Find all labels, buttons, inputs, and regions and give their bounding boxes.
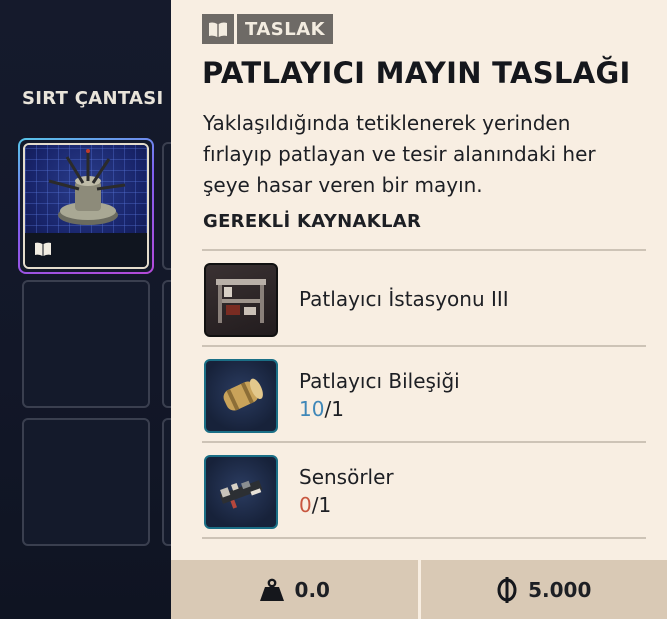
blueprint-badge: TASLAK <box>202 14 334 44</box>
inventory-slot-empty[interactable] <box>22 280 150 408</box>
explosive-mine-image <box>25 145 147 237</box>
weight-icon <box>259 578 284 601</box>
backpack-panel: SIRT ÇANTASI <box>0 0 182 619</box>
backpack-title: SIRT ÇANTASI <box>22 88 164 109</box>
coin-icon <box>497 576 517 603</box>
resource-quantity: 0/1 <box>299 493 331 517</box>
tooltip-footer: 0.0 5.000 <box>171 560 667 619</box>
item-footer <box>25 233 147 267</box>
inventory-slot-selected[interactable] <box>18 138 154 274</box>
item-tooltip-panel: TASLAK PATLAYICI MAYIN TASLAĞI Yaklaşıld… <box>171 0 667 619</box>
resource-row: Sensörler 0/1 <box>202 443 646 537</box>
blueprint-book-icon <box>35 242 51 256</box>
inventory-slot-empty[interactable] <box>22 418 150 546</box>
price-display: 5.000 <box>417 560 667 619</box>
resource-quantity: 10/1 <box>299 397 344 421</box>
weight-value: 0.0 <box>294 577 330 602</box>
weight-display: 0.0 <box>171 560 418 619</box>
resource-name: Patlayıcı İstasyonu III <box>299 287 509 311</box>
badge-label: TASLAK <box>237 14 334 44</box>
resource-quantity-need: 1 <box>331 397 344 421</box>
sensors-icon <box>204 455 278 529</box>
explosive-compound-icon <box>204 359 278 433</box>
book-icon <box>202 14 234 44</box>
resource-row: Patlayıcı Bileşiği 10/1 <box>202 347 646 441</box>
resource-row: Patlayıcı İstasyonu III <box>202 251 646 345</box>
item-title: PATLAYICI MAYIN TASLAĞI <box>202 56 631 90</box>
resource-name: Sensörler <box>299 465 394 489</box>
workbench-icon <box>204 263 278 337</box>
resource-quantity-have: 10 <box>299 397 325 421</box>
resource-quantity-have: 0 <box>299 493 312 517</box>
resource-quantity-need: 1 <box>318 493 332 517</box>
required-resources-title: GEREKLİ KAYNAKLAR <box>203 211 422 232</box>
explosive-mine-blueprint-item[interactable] <box>23 143 149 269</box>
resource-name: Patlayıcı Bileşiği <box>299 369 460 393</box>
divider <box>202 537 646 539</box>
item-description: Yaklaşıldığında tetiklenerek yerinden fı… <box>203 111 596 197</box>
price-value: 5.000 <box>528 577 592 602</box>
